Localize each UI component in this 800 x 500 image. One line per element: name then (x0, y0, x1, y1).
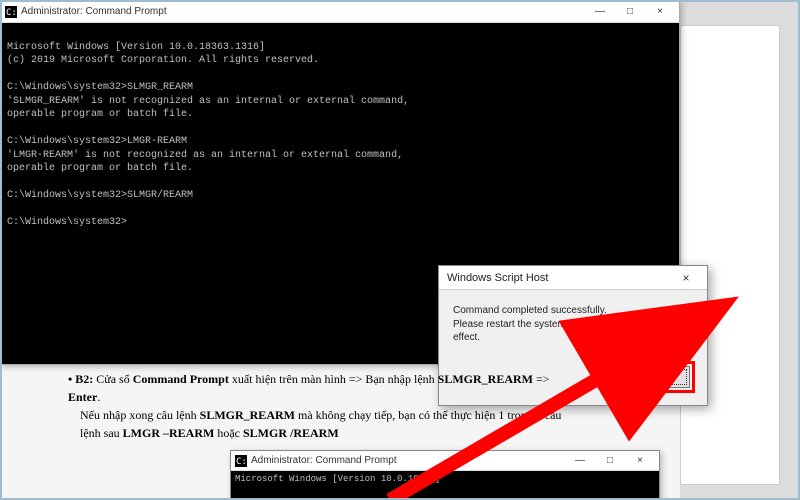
svg-text:C:: C: (6, 8, 17, 18)
dialog-message-line1: Command completed successfully. (453, 304, 693, 318)
cmd2-terminal-body[interactable]: Microsoft Windows [Version 10.0.10586] (231, 471, 659, 499)
document-text: B2: Cửa sổ Command Prompt xuất hiện trên… (60, 370, 730, 442)
doc-line-1: B2: Cửa sổ Command Prompt xuất hiện trên… (68, 370, 730, 406)
dialog-title-text: Windows Script Host (447, 272, 548, 284)
dialog-body: Command completed successfully. Please r… (439, 290, 707, 353)
cmd2-title-text: Administrator: Command Prompt (251, 455, 397, 466)
cmd-icon: C: (235, 455, 247, 467)
close-button[interactable]: × (645, 2, 675, 22)
maximize-button[interactable]: □ (615, 2, 645, 22)
cmd-title-text: Administrator: Command Prompt (21, 6, 167, 17)
close-button[interactable]: × (625, 451, 655, 471)
cmd-icon: C: (5, 6, 17, 18)
svg-text:C:: C: (236, 457, 247, 467)
dialog-titlebar[interactable]: Windows Script Host × (439, 266, 707, 290)
maximize-button[interactable]: □ (595, 451, 625, 471)
cmd-titlebar[interactable]: C: Administrator: Command Prompt — □ × (1, 1, 679, 23)
dialog-close-button[interactable]: × (673, 269, 699, 287)
command-prompt-window-secondary: C: Administrator: Command Prompt — □ × M… (230, 450, 660, 500)
minimize-button[interactable]: — (585, 2, 615, 22)
minimize-button[interactable]: — (565, 451, 595, 471)
cmd2-titlebar[interactable]: C: Administrator: Command Prompt — □ × (231, 451, 659, 471)
dialog-message-line2: Please restart the system for the change… (453, 318, 693, 345)
